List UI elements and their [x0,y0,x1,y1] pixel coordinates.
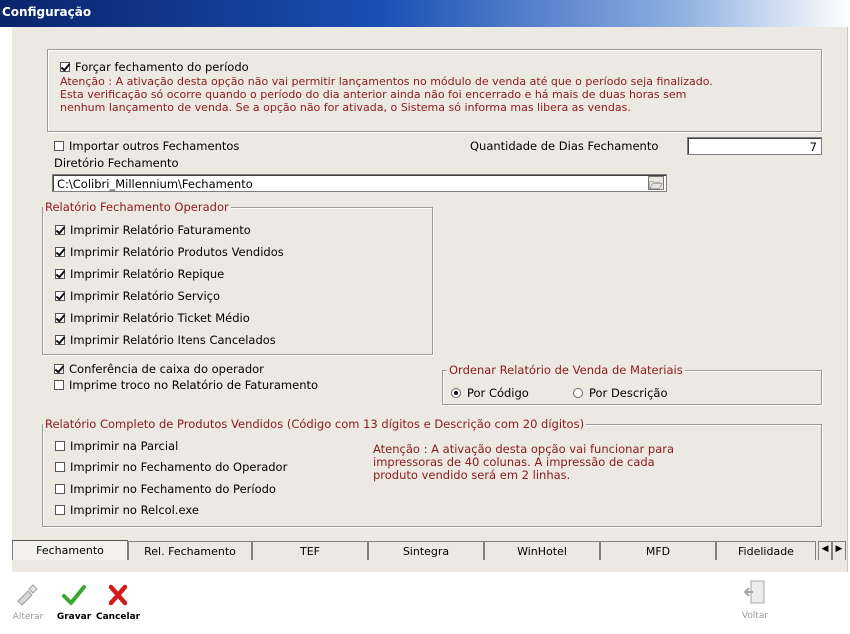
complete-item-label: Imprimir no Fechamento do Operador [70,460,288,474]
complete-item-fech-periodo[interactable]: Imprimir no Fechamento do Período [55,482,276,496]
voltar-label: Voltar [741,611,769,621]
operator-report-group: Relatório Fechamento Operador Imprimir R… [42,200,433,355]
tab-rel-fechamento[interactable]: Rel. Fechamento [128,541,252,560]
complete-item-label: Imprimir no Relcol.exe [70,503,199,517]
directory-label: Diretório Fechamento [54,156,179,170]
order-by-code-radio[interactable]: Por Código [451,386,529,400]
op-item-label: Imprimir Relatório Itens Cancelados [70,333,276,347]
order-report-title: Ordenar Relatório de Venda de Materiais [447,363,685,377]
complete-report-group: Relatório Completo de Produtos Vendidos … [42,417,822,527]
complete-parcial-check-icon [55,441,65,451]
order-by-code-radio-icon [451,388,461,398]
force-close-warning-line: Esta verificação só ocorre quando o perí… [60,88,687,101]
force-close-checkbox[interactable]: Forçar fechamento do período [60,60,249,74]
voltar-button[interactable]: Voltar [733,578,777,621]
window-title: Configuração [2,5,92,19]
tab-sintegra[interactable]: Sintegra [368,541,484,560]
alterar-icon [17,584,38,606]
tab-tef[interactable]: TEF [252,541,368,560]
operator-report-title: Relatório Fechamento Operador [43,200,231,214]
tab-scroll-right-icon[interactable]: ▶ [832,541,846,560]
troco-label: Imprime troco no Relatório de Faturament… [69,378,319,392]
complete-report-title: Relatório Completo de Produtos Vendidos … [43,417,587,431]
tab-bar: Fechamento Rel. Fechamento TEF Sintegra … [12,540,848,560]
directory-value: C:\Colibri_Millennium\Fechamento [57,177,253,191]
op-item-label: Imprimir Relatório Produtos Vendidos [70,245,284,259]
troco-checkbox[interactable]: Imprime troco no Relatório de Faturament… [54,378,318,392]
conference-label: Conferência de caixa do operador [69,362,264,376]
tab-winhotel[interactable]: WinHotel [484,541,600,560]
op-item-servico[interactable]: Imprimir Relatório Serviço [55,289,220,303]
op-item-faturamento[interactable]: Imprimir Relatório Faturamento [55,223,251,237]
window-title-bar: Configuração [0,0,850,27]
force-close-warning: Atenção : A ativação desta opção não vai… [60,75,820,114]
import-checkbox[interactable]: Importar outros Fechamentos [54,139,239,153]
order-by-code-label: Por Código [467,386,529,400]
tab-fechamento[interactable]: Fechamento [12,540,128,560]
config-window: Forçar fechamento do período Atenção : A… [12,27,848,572]
tab-mfd[interactable]: MFD [600,541,716,560]
force-close-label: Forçar fechamento do período [75,60,249,74]
op-item-label: Imprimir Relatório Serviço [70,289,221,303]
force-close-warning-line: Atenção : A ativação desta opção não vai… [60,75,713,88]
op-item-repique[interactable]: Imprimir Relatório Repique [55,267,224,281]
op-cancelados-check-icon [55,335,65,345]
conference-check-icon [54,364,64,374]
complete-relcol-check-icon [55,505,65,515]
complete-warning-line: produto vendido será em 2 linhas. [373,468,571,482]
complete-operador-check-icon [55,462,65,472]
alterar-label: Alterar [12,612,44,622]
checkmark-icon [62,585,86,605]
op-faturamento-check-icon [55,225,65,235]
cancelar-label: Cancelar [96,612,141,622]
force-close-check-icon [60,62,70,72]
op-item-label: Imprimir Relatório Ticket Médio [70,311,250,325]
gravar-button[interactable]: Gravar [52,583,96,622]
tab-scroll-left-icon[interactable]: ◀ [818,541,832,560]
op-item-label: Imprimir Relatório Repique [70,267,225,281]
browse-folder-icon[interactable]: 🗁 [648,176,664,192]
tab-fidelidade[interactable]: Fidelidade [716,541,816,560]
complete-item-fech-operador[interactable]: Imprimir no Fechamento do Operador [55,460,287,474]
op-produtos-check-icon [55,247,65,257]
complete-item-label: Imprimir na Parcial [70,439,179,453]
troco-check-icon [54,380,64,390]
complete-item-relcol[interactable]: Imprimir no Relcol.exe [55,503,199,517]
op-servico-check-icon [55,291,65,301]
op-ticket-check-icon [55,313,65,323]
order-report-group: Ordenar Relatório de Venda de Materiais … [442,363,822,405]
complete-item-parcial[interactable]: Imprimir na Parcial [55,439,178,453]
import-check-icon [54,141,64,151]
conference-checkbox[interactable]: Conferência de caixa do operador [54,362,264,376]
directory-input[interactable]: C:\Colibri_Millennium\Fechamento [52,174,667,192]
cross-icon [108,584,128,606]
force-close-group: Forçar fechamento do período Atenção : A… [47,49,822,132]
cancelar-button[interactable]: Cancelar [96,583,140,622]
days-label: Quantidade de Dias Fechamento [470,139,659,153]
complete-report-warning: Atenção : A ativação desta opção vai fun… [373,443,793,482]
days-input[interactable]: 7 [687,137,822,155]
op-item-label: Imprimir Relatório Faturamento [70,223,251,237]
op-item-produtos-vendidos[interactable]: Imprimir Relatório Produtos Vendidos [55,245,284,259]
complete-periodo-check-icon [55,484,65,494]
op-repique-check-icon [55,269,65,279]
complete-item-label: Imprimir no Fechamento do Período [70,482,276,496]
op-item-itens-cancelados[interactable]: Imprimir Relatório Itens Cancelados [55,333,276,347]
order-by-description-radio-icon [573,388,583,398]
order-by-description-label: Por Descrição [589,386,668,400]
order-by-description-radio[interactable]: Por Descrição [573,386,668,400]
force-close-warning-line: nenhum lançamento de venda. Se a opção n… [60,101,631,114]
gravar-label: Gravar [56,612,92,622]
op-item-ticket-medio[interactable]: Imprimir Relatório Ticket Médio [55,311,250,325]
alterar-button[interactable]: Alterar [6,583,50,622]
import-label: Importar outros Fechamentos [69,139,240,153]
exit-door-icon [743,580,765,604]
days-value: 7 [809,140,817,154]
